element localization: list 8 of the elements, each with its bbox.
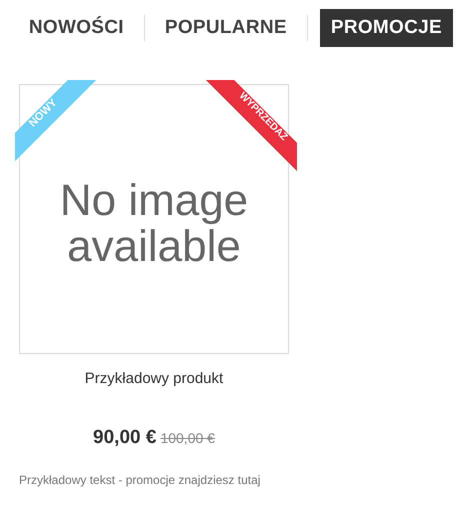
tab[interactable]: NOWOŚCI [20,9,132,47]
promo-note: Przykładowy tekst - promocje znajdziesz tutaj [19,473,262,487]
price: 90,00 € [93,427,156,449]
tab[interactable]: PROMOCJE [320,9,453,47]
placeholder-text: No image available [58,178,250,270]
product-name[interactable]: Przykładowy produkt [84,370,224,387]
tab[interactable]: POPULARNE [156,9,295,47]
old-price: 100,00 € [160,430,215,446]
